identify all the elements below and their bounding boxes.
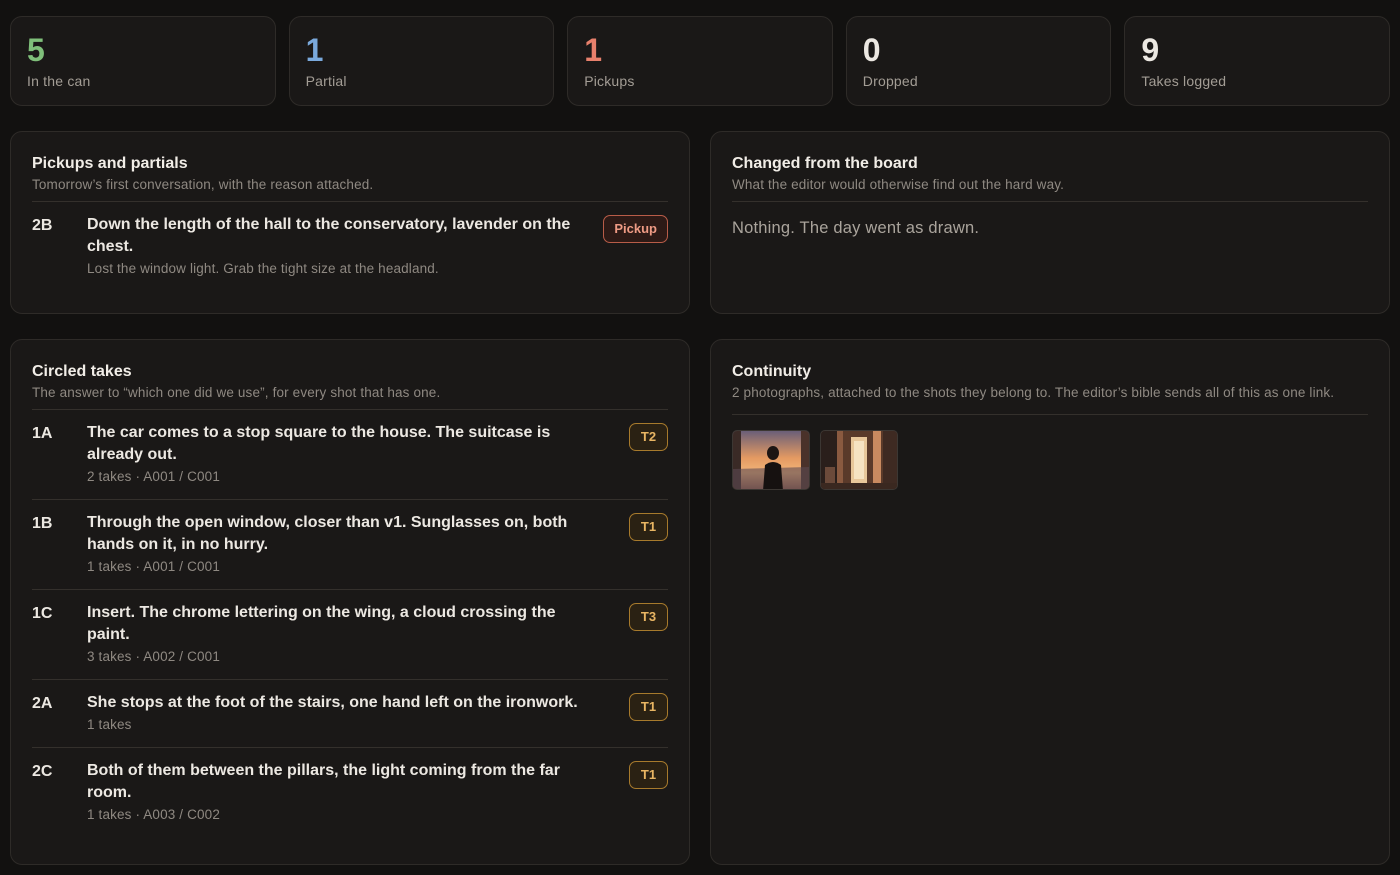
- shot-id: 2B: [32, 217, 53, 234]
- take-row[interactable]: 2A She stops at the foot of the stairs, …: [32, 680, 668, 748]
- panel-subtitle: The answer to “which one did we use”, fo…: [32, 385, 441, 400]
- shot-description: Insert. The chrome lettering on the wing…: [87, 604, 556, 643]
- pickups-panel: Pickups and partials Tomorrow’s first co…: [10, 131, 690, 314]
- panel-title: Circled takes: [32, 363, 132, 380]
- take-meta: 1 takes · A001 / C001: [87, 559, 220, 574]
- stat-partial: 1 Partial: [288, 16, 555, 106]
- panel-title: Changed from the board: [732, 155, 918, 172]
- row-body: She stops at the foot of the stairs, one…: [87, 692, 668, 735]
- continuity-panel: Continuity 2 photographs, attached to th…: [710, 339, 1390, 865]
- stat-label: Partial: [305, 73, 347, 89]
- row-body: Both of them between the pillars, the li…: [87, 760, 668, 825]
- shot-id: 2C: [32, 763, 53, 780]
- stat-label: Dropped: [862, 73, 918, 89]
- shot-id: 1C: [32, 605, 53, 622]
- stat-pickups: 1 Pickups: [567, 16, 833, 106]
- take-badge[interactable]: T1: [629, 513, 668, 541]
- empty-state-text: Nothing. The day went as drawn.: [732, 219, 980, 237]
- pickup-badge[interactable]: Pickup: [603, 215, 668, 243]
- divider: [732, 201, 1368, 202]
- stat-value: 0: [862, 32, 881, 68]
- shot-id: 2A: [32, 695, 53, 712]
- take-meta: 1 takes: [87, 717, 132, 732]
- stat-label: Takes logged: [1141, 73, 1227, 89]
- take-row[interactable]: 1C Insert. The chrome lettering on the w…: [32, 590, 668, 680]
- take-row[interactable]: 1B Through the open window, closer than …: [32, 500, 668, 590]
- take-badge[interactable]: T1: [629, 761, 668, 789]
- pickup-reason: Lost the window light. Grab the tight si…: [87, 261, 439, 276]
- take-badge[interactable]: T2: [629, 423, 668, 451]
- take-meta: 2 takes · A001 / C001: [87, 469, 220, 484]
- continuity-photo-woman-sunset[interactable]: [732, 430, 810, 490]
- shot-description: Down the length of the hall to the conse…: [87, 216, 571, 255]
- continuity-photo-hallway[interactable]: [820, 430, 898, 490]
- shot-description: She stops at the foot of the stairs, one…: [87, 694, 578, 711]
- shot-id: 1A: [32, 425, 53, 442]
- stat-in-the-can: 5 In the can: [10, 16, 276, 106]
- panel-title: Pickups and partials: [32, 155, 188, 172]
- stat-value: 1: [584, 32, 602, 68]
- row-body: The car comes to a stop square to the ho…: [87, 422, 668, 487]
- row-body: Insert. The chrome lettering on the wing…: [87, 602, 668, 667]
- take-row[interactable]: 2C Both of them between the pillars, the…: [32, 748, 668, 837]
- take-row[interactable]: 1A The car comes to a stop square to the…: [32, 410, 668, 500]
- row-body: Down the length of the hall to the conse…: [87, 214, 668, 279]
- circled-takes-panel: Circled takes The answer to “which one d…: [10, 339, 690, 865]
- stat-takes-logged: 9 Takes logged: [1124, 16, 1390, 106]
- stat-dropped: 0 Dropped: [845, 16, 1112, 106]
- shot-description: Through the open window, closer than v1.…: [87, 514, 568, 553]
- stat-label: In the can: [27, 73, 91, 89]
- take-meta: 3 takes · A002 / C001: [87, 649, 220, 664]
- photo-strip: [732, 430, 1368, 490]
- shot-description: The car comes to a stop square to the ho…: [87, 424, 551, 463]
- take-badge[interactable]: T3: [629, 603, 668, 631]
- changed-panel: Changed from the board What the editor w…: [710, 131, 1390, 314]
- take-badge[interactable]: T1: [629, 693, 668, 721]
- panel-title: Continuity: [732, 363, 812, 380]
- row-body: Through the open window, closer than v1.…: [87, 512, 668, 577]
- panel-subtitle: 2 photographs, attached to the shots the…: [732, 385, 1335, 400]
- stat-label: Pickups: [584, 73, 635, 89]
- stat-value: 5: [27, 32, 45, 68]
- pickup-row[interactable]: 2B Down the length of the hall to the co…: [32, 202, 668, 291]
- stats-row: 5 In the can 1 Partial 1 Pickups 0 Dropp…: [10, 16, 1390, 106]
- panel-subtitle: Tomorrow’s first conversation, with the …: [32, 177, 374, 192]
- take-meta: 1 takes · A003 / C002: [87, 807, 220, 822]
- divider: [732, 414, 1368, 415]
- stat-value: 1: [305, 32, 324, 68]
- stat-value: 9: [1141, 32, 1160, 68]
- shot-id: 1B: [32, 515, 53, 532]
- panel-subtitle: What the editor would otherwise find out…: [732, 177, 1065, 192]
- shot-description: Both of them between the pillars, the li…: [87, 762, 560, 801]
